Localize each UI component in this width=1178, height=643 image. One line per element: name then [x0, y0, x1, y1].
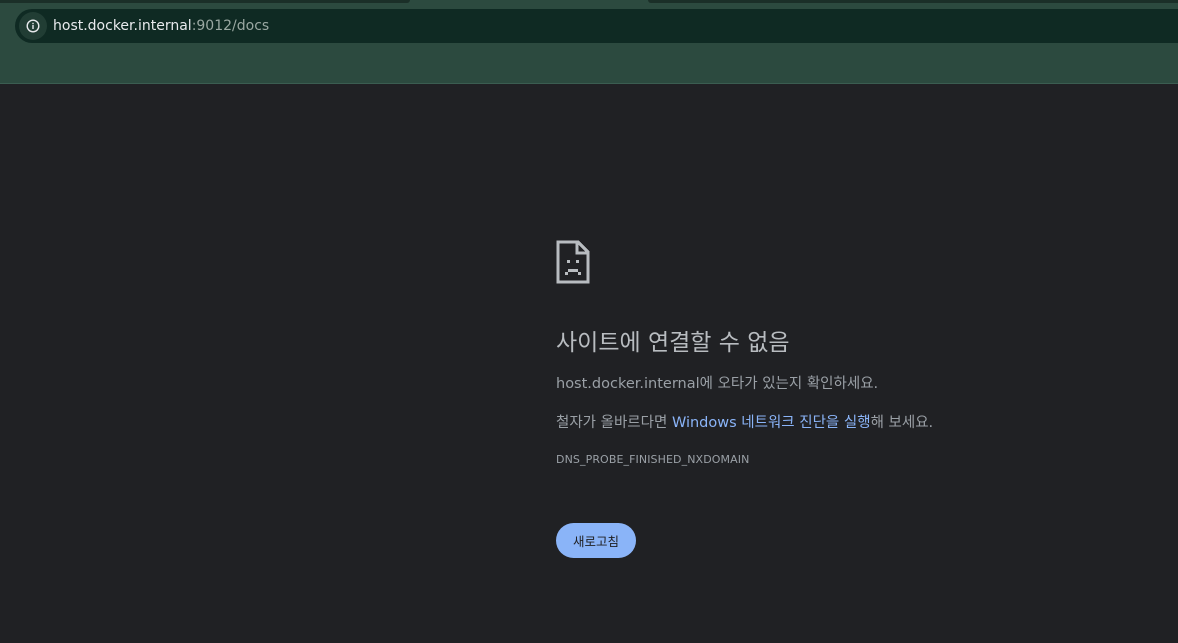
diagnostics-prefix: 철자가 올바르다면 — [556, 415, 672, 431]
typo-hint: host.docker.internal에 오타가 있는지 확인하세요. — [556, 374, 1116, 394]
hint-suffix: 에 오타가 있는지 확인하세요. — [699, 376, 879, 392]
error-title: 사이트에 연결할 수 없음 — [556, 330, 790, 356]
error-code: DNS_PROBE_FINISHED_NXDOMAIN — [556, 453, 750, 466]
error-content: 사이트에 연결할 수 없음 host.docker.internal에 오타가 … — [556, 240, 1116, 558]
address-bar[interactable]: host.docker.internal:9012/docs — [15, 9, 1178, 43]
tab-strip-right — [648, 0, 1178, 3]
info-icon — [26, 19, 40, 33]
site-info-button[interactable] — [19, 12, 47, 40]
url-text[interactable]: host.docker.internal:9012/docs — [53, 9, 269, 43]
browser-toolbar: host.docker.internal:9012/docs — [0, 0, 1178, 84]
hint-host: host.docker.internal — [556, 376, 700, 392]
diagnostics-suffix: 해 보세요. — [870, 415, 934, 431]
tab-strip-left — [0, 0, 410, 3]
reload-button[interactable]: 새로고침 — [556, 523, 636, 558]
url-path: :9012/docs — [191, 18, 270, 34]
network-diagnostics-link[interactable]: Windows 네트워크 진단을 실행 — [672, 415, 871, 431]
url-host: host.docker.internal — [53, 18, 192, 34]
diagnostics-hint: 철자가 올바르다면 Windows 네트워크 진단을 실행해 보세요. — [556, 413, 1116, 433]
sad-page-icon — [556, 240, 590, 284]
